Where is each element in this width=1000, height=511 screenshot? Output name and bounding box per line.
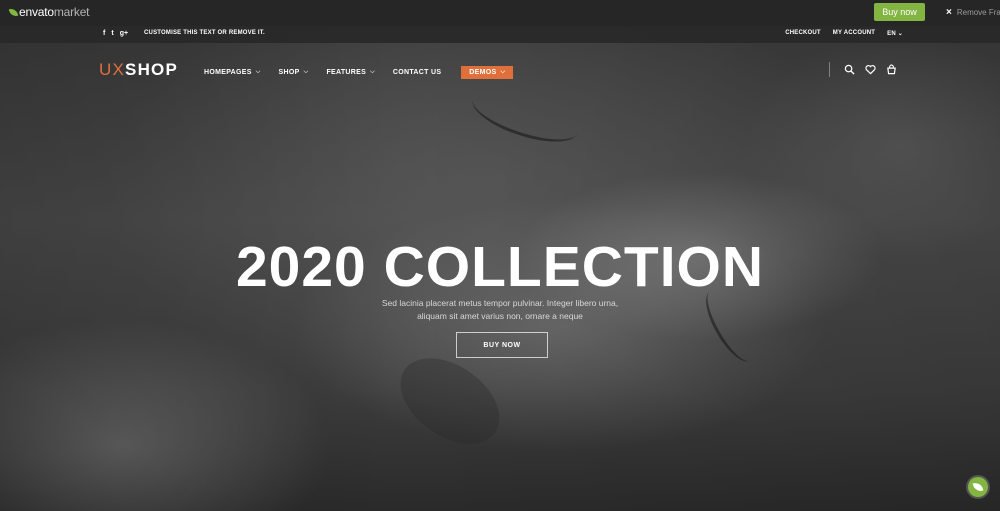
remove-frame-link[interactable]: × Remove Frame bbox=[946, 7, 1000, 18]
close-icon: × bbox=[946, 7, 952, 18]
search-icon[interactable] bbox=[844, 64, 855, 75]
language-selector[interactable]: EN ⌄ bbox=[887, 30, 903, 37]
logo-ux: UX bbox=[99, 60, 126, 79]
envato-buy-now-button[interactable]: Buy now bbox=[874, 3, 925, 21]
hero-title: 2020 COLLECTION bbox=[235, 235, 765, 299]
nav-item-contact-us[interactable]: CONTACT US bbox=[393, 69, 441, 76]
chevron-down-icon: ⌵ bbox=[370, 69, 375, 75]
envato-leaf-icon bbox=[8, 6, 19, 18]
chat-widget-icon[interactable] bbox=[968, 477, 988, 497]
hero-subtitle: Sed lacinia placerat metus tempor pulvin… bbox=[381, 298, 619, 321]
facebook-icon[interactable]: f bbox=[103, 30, 105, 37]
logo-shop: SHOP bbox=[125, 60, 179, 79]
nav-item-features[interactable]: FEATURES ⌵ bbox=[326, 69, 374, 76]
chevron-down-icon: ⌵ bbox=[255, 69, 261, 75]
envato-logo[interactable]: envato market bbox=[8, 5, 90, 19]
hero-buy-now-button[interactable]: BUY NOW bbox=[456, 332, 548, 358]
chevron-down-icon: ⌵ bbox=[500, 69, 506, 75]
topbar-links: CHECKOUT MY ACCOUNT EN ⌄ bbox=[785, 30, 903, 37]
cart-icon[interactable] bbox=[886, 64, 897, 75]
google-plus-icon[interactable]: g+ bbox=[120, 30, 128, 37]
twitter-icon[interactable]: t bbox=[111, 30, 113, 37]
heart-icon[interactable] bbox=[865, 64, 876, 75]
envato-logo-brand: envato bbox=[19, 5, 54, 19]
social-links: f t g+ bbox=[103, 30, 128, 37]
site-logo[interactable]: UXSHOP bbox=[99, 60, 178, 80]
remove-frame-label: Remove Frame bbox=[956, 8, 1000, 17]
envato-logo-suffix: market bbox=[53, 5, 90, 19]
nav-item-homepages[interactable]: HOMEPAGES ⌵ bbox=[204, 69, 261, 76]
topbar-tagline: CUSTOMISE THIS TEXT OR REMOVE IT. bbox=[144, 30, 265, 36]
nav-item-demos[interactable]: DEMOS ⌵ bbox=[461, 66, 514, 79]
my-account-link[interactable]: MY ACCOUNT bbox=[833, 30, 875, 37]
envato-preview-bar: envatomarket Buy now × Remove Frame bbox=[0, 0, 1000, 26]
chevron-down-icon: ⌄ bbox=[897, 31, 903, 37]
nav-divider bbox=[829, 62, 830, 77]
main-nav: HOMEPAGES ⌵ SHOP ⌵ FEATURES ⌵ CONTACT US DE… bbox=[204, 66, 514, 79]
chevron-down-icon: ⌵ bbox=[303, 69, 309, 75]
nav-item-shop[interactable]: SHOP ⌵ bbox=[279, 69, 309, 76]
checkout-link[interactable]: CHECKOUT bbox=[785, 30, 821, 37]
